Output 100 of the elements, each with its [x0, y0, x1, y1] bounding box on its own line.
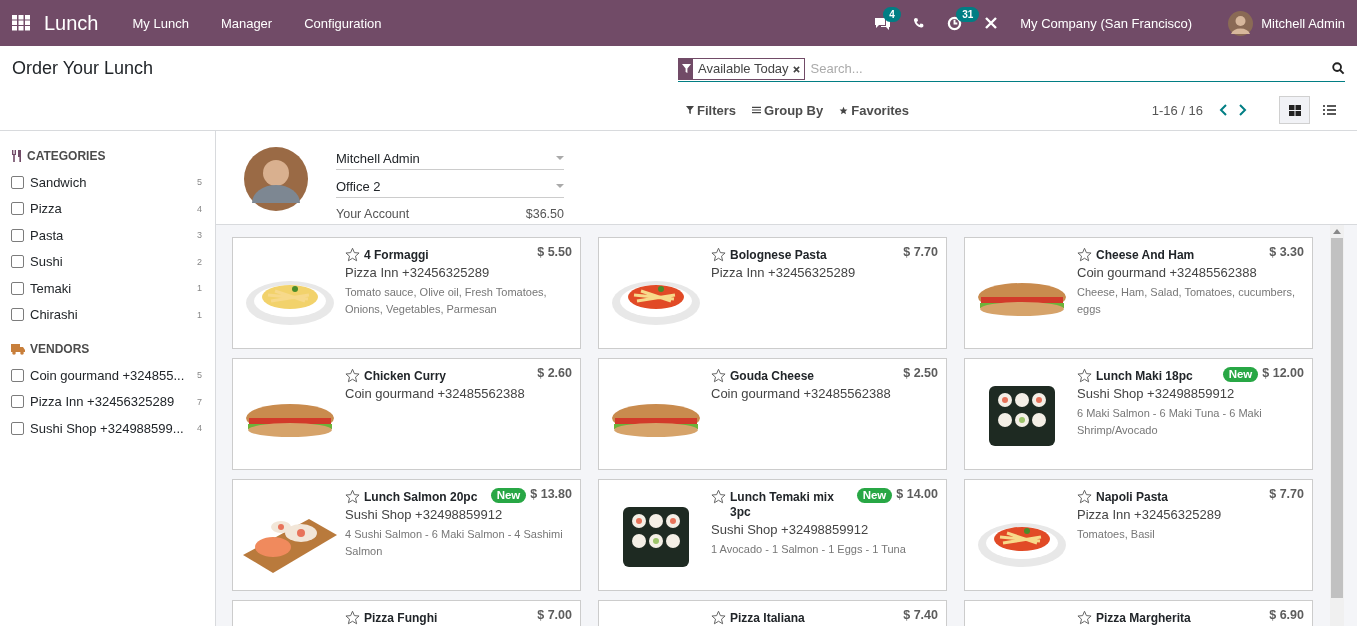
menu-item[interactable]: Configuration [288, 15, 398, 31]
star-icon[interactable] [711, 489, 726, 504]
vendor-name: Pizza Inn +32456325289 [711, 265, 857, 280]
user-avatar [244, 147, 308, 211]
product-card[interactable]: Pizza Margherita $ 6.90 [964, 600, 1313, 626]
product-description: Cheese, Ham, Salad, Tomatoes, cucumbers, eggs [1077, 285, 1297, 317]
account-label: Your Account [336, 207, 410, 221]
filter-label[interactable]: Chirashi [30, 307, 197, 323]
product-card[interactable]: Pizza Italiana $ 7.40 [598, 600, 947, 626]
filter-label[interactable]: Sushi Shop +324988599... [30, 420, 197, 436]
scroll-up-icon[interactable] [1333, 229, 1341, 234]
item-count: 3 [197, 230, 202, 241]
close-icon[interactable] [792, 65, 800, 73]
section-title: CATEGORIES [27, 149, 106, 163]
filters-button[interactable]: Filters [678, 102, 744, 118]
user-select[interactable]: Mitchell Admin [336, 147, 564, 170]
product-card[interactable]: 4 Formaggi $ 5.50 Pizza Inn +32456325289 Tomato sauce, Olive oil, Fresh Tomatoes, Onions, Vegetables, Parmesan [232, 237, 581, 349]
product-description: Tomato sauce, Olive oil, Fresh Tomatoes, Onions, Vegetables, Parmesan [345, 285, 548, 317]
location-select[interactable]: Office 2 [336, 175, 564, 198]
list-icon [752, 106, 761, 114]
product-card[interactable]: Bolognese Pasta $ 7.70 Pizza Inn +32456325289 [598, 237, 947, 349]
grid-icon [1288, 104, 1301, 116]
phone-icon[interactable] [913, 17, 926, 29]
item-count: 5 [197, 370, 202, 381]
star-icon[interactable] [711, 368, 726, 383]
product-card[interactable]: Cheese And Ham $ 3.30 Coin gourmand +32485562388 Cheese, Ham, Salad, Tomatoes, cucumbers, eggs [964, 237, 1313, 349]
new-badge: New [856, 488, 893, 503]
product-price: $ 14.00 [896, 487, 938, 501]
vendor-name: Pizza Inn +32456325289 [345, 265, 491, 280]
product-card[interactable]: Chicken Curry $ 2.60 Coin gourmand +32485562388 [232, 358, 581, 470]
product-price: $ 2.60 [537, 366, 572, 380]
new-badge: New [490, 488, 527, 503]
checkbox[interactable] [11, 175, 24, 189]
product-card[interactable]: Lunch Temaki mix 3pc New $ 14.00 Sushi Shop +32498859912 1 Avocado - 1 Salmon - 1 Eggs - 1 Tuna [598, 479, 947, 591]
item-count: 4 [197, 203, 202, 214]
star-icon[interactable] [345, 489, 360, 504]
scrollbar-thumb[interactable] [1331, 238, 1343, 598]
checkbox[interactable] [11, 368, 24, 382]
filter-label[interactable]: Pasta [30, 227, 197, 243]
star-icon[interactable] [1077, 247, 1092, 262]
checkbox[interactable] [11, 281, 24, 295]
product-name: Chicken Curry [364, 369, 448, 384]
filter-label[interactable]: Temaki [30, 280, 197, 296]
product-card[interactable]: Pizza Funghi $ 7.00 [232, 600, 581, 626]
kanban-view-button[interactable] [1279, 96, 1310, 124]
product-description: Tomatoes, Basil [1077, 527, 1156, 542]
menu-item[interactable]: Manager [204, 15, 289, 31]
favorites-button[interactable]: Favorites [831, 102, 918, 118]
star-icon[interactable] [711, 247, 726, 262]
product-name: Cheese And Ham [1096, 248, 1196, 263]
star-icon[interactable] [345, 247, 360, 262]
product-card[interactable]: Lunch Salmon 20pc New $ 13.80 Sushi Shop +32498859912 4 Sushi Salmon - 6 Maki Salmon - 4 Sashimi Salmon [232, 479, 581, 591]
product-price: $ 7.70 [903, 245, 938, 259]
list-icon [1323, 105, 1336, 115]
product-name: 4 Formaggi [364, 248, 430, 263]
company-switcher[interactable]: My Company (San Francisco) [1020, 15, 1193, 31]
star-icon[interactable] [1077, 368, 1092, 383]
apps-menu-icon[interactable] [12, 15, 30, 31]
search-icon[interactable] [1332, 62, 1345, 75]
checkbox[interactable] [11, 255, 24, 269]
product-card[interactable]: Lunch Maki 18pc New $ 12.00 Sushi Shop +32498859912 6 Maki Salmon - 6 Maki Tuna - 6 Maki Shrimp/Avocado [964, 358, 1313, 470]
checkbox[interactable] [11, 228, 24, 242]
product-name: Lunch Maki 18pc [1096, 369, 1194, 384]
vendor-name: Sushi Shop +32498859912 [345, 507, 504, 522]
filter-icon [686, 106, 694, 114]
vendor-name: Sushi Shop +32498859912 [711, 522, 870, 537]
filter-facet[interactable]: Available Today [678, 57, 805, 80]
clock-icon[interactable] [947, 15, 963, 31]
scrollbar[interactable] [1330, 225, 1344, 626]
star-icon[interactable] [1077, 489, 1092, 504]
group-by-button[interactable]: Group By [744, 102, 832, 118]
app-name: Lunch [44, 11, 99, 35]
product-card[interactable]: Gouda Cheese $ 2.50 Coin gourmand +32485562388 [598, 358, 947, 470]
product-name: Bolognese Pasta [730, 248, 828, 263]
user-avatar [1228, 10, 1254, 36]
filter-label[interactable]: Sandwich [30, 174, 197, 190]
checkbox[interactable] [11, 421, 24, 435]
product-card[interactable]: Napoli Pasta $ 7.70 Pizza Inn +32456325289 Tomatoes, Basil [964, 479, 1313, 591]
product-price: $ 6.90 [1269, 608, 1304, 622]
filter-label[interactable]: Coin gourmand +324855... [30, 367, 197, 383]
star-icon[interactable] [345, 610, 360, 625]
menu-item[interactable]: My Lunch [116, 15, 205, 31]
star-icon[interactable] [711, 610, 726, 625]
star-icon[interactable] [1077, 610, 1092, 625]
product-price: $ 13.80 [530, 487, 572, 501]
cutlery-icon [11, 150, 22, 162]
product-name: Gouda Cheese [730, 369, 816, 384]
item-count: 5 [197, 177, 202, 188]
filter-label[interactable]: Pizza [30, 201, 197, 217]
vendor-name: Coin gourmand +32485562388 [345, 386, 526, 401]
product-description: 4 Sushi Salmon - 6 Maki Salmon - 4 Sashimi Salmon [345, 527, 564, 559]
checkbox[interactable] [11, 395, 24, 409]
checkbox[interactable] [11, 202, 24, 216]
star-icon[interactable] [345, 368, 360, 383]
user-menu[interactable]: Mitchell Admin [1228, 10, 1345, 36]
product-price: $ 7.70 [1269, 487, 1304, 501]
item-count: 1 [197, 309, 202, 320]
checkbox[interactable] [11, 308, 24, 322]
filter-label[interactable]: Sushi [30, 254, 197, 270]
filter-label[interactable]: Pizza Inn +32456325289 [30, 394, 197, 410]
